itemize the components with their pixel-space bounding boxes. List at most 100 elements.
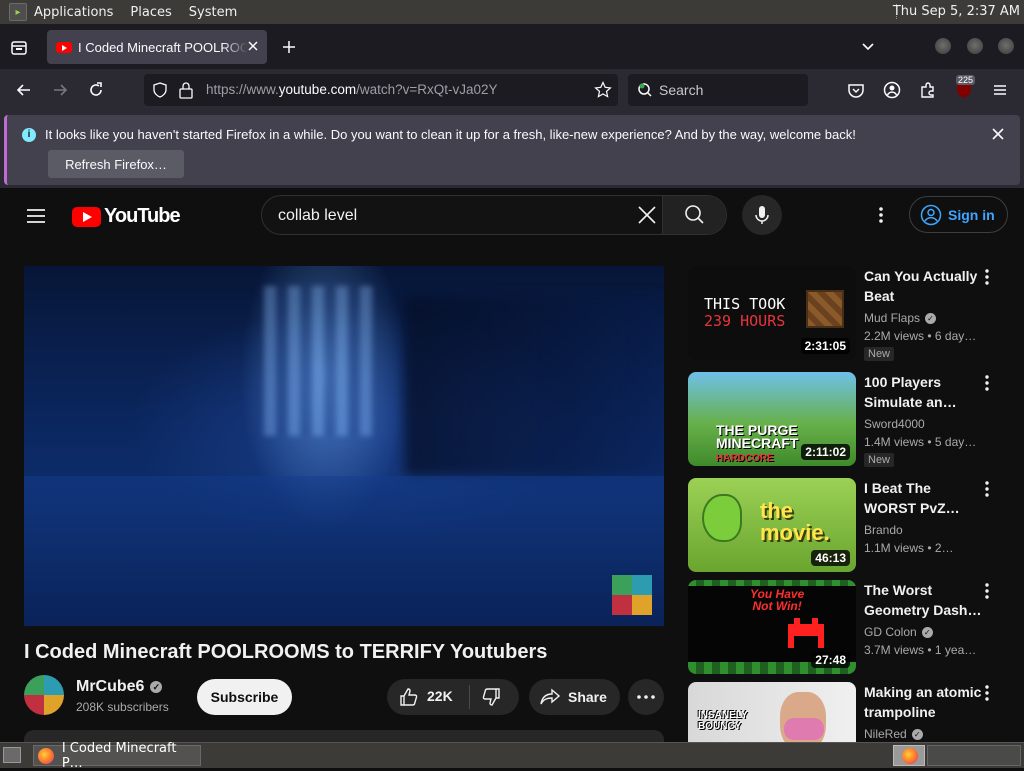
minimize-window-button[interactable] (935, 38, 951, 54)
bottom-taskbar: I Coded Minecraft P… (0, 741, 1024, 771)
tracking-protection-icon[interactable] (152, 82, 168, 98)
show-desktop-icon[interactable] (3, 747, 21, 763)
youtube-logo[interactable]: YouTube (72, 205, 181, 228)
pocket-icon[interactable] (846, 80, 866, 100)
taskbar-window-button[interactable]: I Coded Minecraft P… (33, 741, 201, 771)
bookmark-star-icon[interactable] (594, 81, 612, 99)
video-title: I Coded Minecraft POOLROOMS to TERRIFY Y… (24, 641, 548, 663)
close-window-button[interactable] (998, 38, 1014, 54)
workspace-switcher-1[interactable] (893, 745, 925, 766)
youtube-logo-text: YouTube (104, 205, 181, 227)
places-menu[interactable]: Places (130, 5, 171, 20)
recommended-video[interactable]: INSANELY BOUNCY Making an atomic trampoli… (688, 682, 1008, 742)
subscriber-count: 208K subscribers (76, 700, 169, 714)
recommended-channel[interactable]: Mud Flaps ✓ (864, 311, 937, 325)
recommended-title[interactable]: The Worst Geometry Dash… (864, 580, 982, 620)
settings-kebab-icon[interactable] (872, 205, 890, 225)
lock-icon[interactable] (178, 81, 194, 99)
subscribe-button[interactable]: Subscribe (197, 679, 292, 715)
recommended-title[interactable]: I Beat The WORST PvZ… (864, 478, 982, 518)
video-duration: 2:11:02 (801, 444, 850, 460)
like-dislike-group: 22K (387, 679, 519, 715)
info-icon: i (22, 128, 36, 142)
video-thumbnail[interactable]: the movie. 46:13 (688, 478, 856, 572)
channel-name[interactable]: MrCube6 ✓ (76, 678, 163, 696)
reload-icon[interactable] (86, 80, 106, 100)
recommended-title[interactable]: 100 Players Simulate an… (864, 372, 982, 412)
youtube-search-input[interactable]: collab level (278, 207, 357, 225)
firefox-view-icon[interactable] (9, 38, 29, 58)
recommended-channel-text: GD Colon (864, 625, 917, 639)
tab-title: I Coded Minecraft POOLROOMS to TERRIFY Y… (78, 39, 248, 55)
hamburger-menu-icon[interactable] (990, 80, 1010, 100)
search-bar[interactable]: Search (628, 74, 808, 106)
channel-avatar[interactable] (24, 675, 64, 715)
close-tab-icon[interactable] (247, 40, 259, 52)
share-button[interactable]: Share (529, 679, 620, 715)
youtube-favicon-icon (56, 41, 72, 53)
refresh-firefox-button[interactable]: Refresh Firefox… (48, 150, 184, 178)
video-frame-floor (24, 476, 664, 626)
video-thumbnail[interactable]: THE PURGE MINECRAFT HARDCORE 2:11:02 (688, 372, 856, 466)
close-notification-icon[interactable] (990, 126, 1006, 142)
url-text[interactable]: https://www.youtube.com/watch?v=RxQt-vJa… (206, 82, 498, 97)
like-thumb-icon[interactable] (399, 687, 419, 707)
sign-in-label: Sign in (948, 206, 995, 223)
clear-search-icon[interactable] (638, 206, 656, 224)
system-menu[interactable]: System (189, 5, 237, 20)
account-icon[interactable] (882, 80, 902, 100)
maximize-window-button[interactable] (967, 38, 983, 54)
tab-youtube[interactable]: I Coded Minecraft POOLROOMS to TERRIFY Y… (47, 30, 267, 64)
video-thumbnail[interactable]: THIS TOOK 239 HOURS 2:31:05 (688, 266, 856, 360)
list-all-tabs-icon[interactable] (861, 42, 875, 52)
new-tab-icon[interactable] (281, 39, 297, 55)
channel-watermark[interactable] (612, 575, 652, 615)
verified-check-icon: ✓ (925, 312, 937, 324)
youtube-search-button[interactable] (662, 196, 726, 234)
back-icon[interactable] (14, 80, 34, 100)
google-search-icon (637, 82, 653, 98)
terminal-icon[interactable]: ▸ (9, 3, 27, 21)
guide-menu-icon[interactable] (26, 208, 46, 224)
clock[interactable]: Thu Sep 5, 2:37 AM (893, 4, 1020, 19)
video-player[interactable] (24, 266, 664, 626)
recommended-title[interactable]: Can You Actually Beat Minecraft's… (864, 266, 982, 306)
extensions-icon[interactable] (918, 80, 938, 100)
workspace-switcher-2[interactable] (927, 745, 1021, 766)
action-menu-icon[interactable] (984, 684, 990, 702)
video-thumbnail[interactable]: You Have Not Win! 27:48 (688, 580, 856, 674)
applications-menu[interactable]: Applications (34, 5, 113, 20)
like-count[interactable]: 22K (427, 688, 453, 704)
recommended-channel[interactable]: NileRed ✓ (864, 727, 923, 741)
more-actions-icon[interactable] (628, 679, 664, 715)
recommended-title[interactable]: Making an atomic trampoline (864, 682, 982, 722)
voice-search-icon[interactable] (742, 195, 782, 235)
youtube-search-box[interactable]: collab level (261, 195, 727, 235)
action-menu-icon[interactable] (984, 374, 990, 392)
gnome-top-panel: ▸ Applications Places System Thu Sep 5, … (0, 0, 1024, 24)
recommended-channel[interactable]: Sword4000 (864, 417, 925, 431)
recommended-meta: 1.4M views • 5 day… (864, 435, 977, 449)
dislike-thumb-icon[interactable] (481, 687, 501, 707)
recommended-video[interactable]: THE PURGE MINECRAFT HARDCORE 2:11:02 100 P… (688, 372, 1008, 468)
video-thumbnail[interactable]: INSANELY BOUNCY (688, 682, 856, 742)
firefox-icon (902, 748, 918, 764)
recommended-channel[interactable]: Brando (864, 523, 903, 537)
action-menu-icon[interactable] (984, 268, 990, 286)
recommended-video[interactable]: the movie. 46:13 I Beat The WORST PvZ… Br… (688, 478, 1008, 574)
address-bar[interactable]: https://www.youtube.com/watch?v=RxQt-vJa… (144, 74, 618, 106)
sign-in-button[interactable]: Sign in (909, 196, 1008, 233)
action-menu-icon[interactable] (984, 480, 990, 498)
recommended-video[interactable]: You Have Not Win! 27:48 The Worst Geometr… (688, 580, 1008, 676)
action-menu-icon[interactable] (984, 582, 990, 600)
recommended-channel[interactable]: GD Colon ✓ (864, 625, 933, 639)
recommended-video[interactable]: THIS TOOK 239 HOURS 2:31:05 Can You Actua… (688, 266, 1008, 362)
thumbnail-text-line: THIS TOOK (704, 295, 786, 313)
verified-check-icon: ✓ (921, 626, 933, 638)
navigation-toolbar: https://www.youtube.com/watch?v=RxQt-vJa… (0, 69, 1024, 111)
url-host: youtube.com (278, 82, 357, 97)
respirator-image (784, 718, 824, 740)
video-frame-shadow (404, 296, 664, 476)
video-duration: 2:31:05 (800, 338, 850, 354)
forward-icon[interactable] (50, 80, 70, 100)
